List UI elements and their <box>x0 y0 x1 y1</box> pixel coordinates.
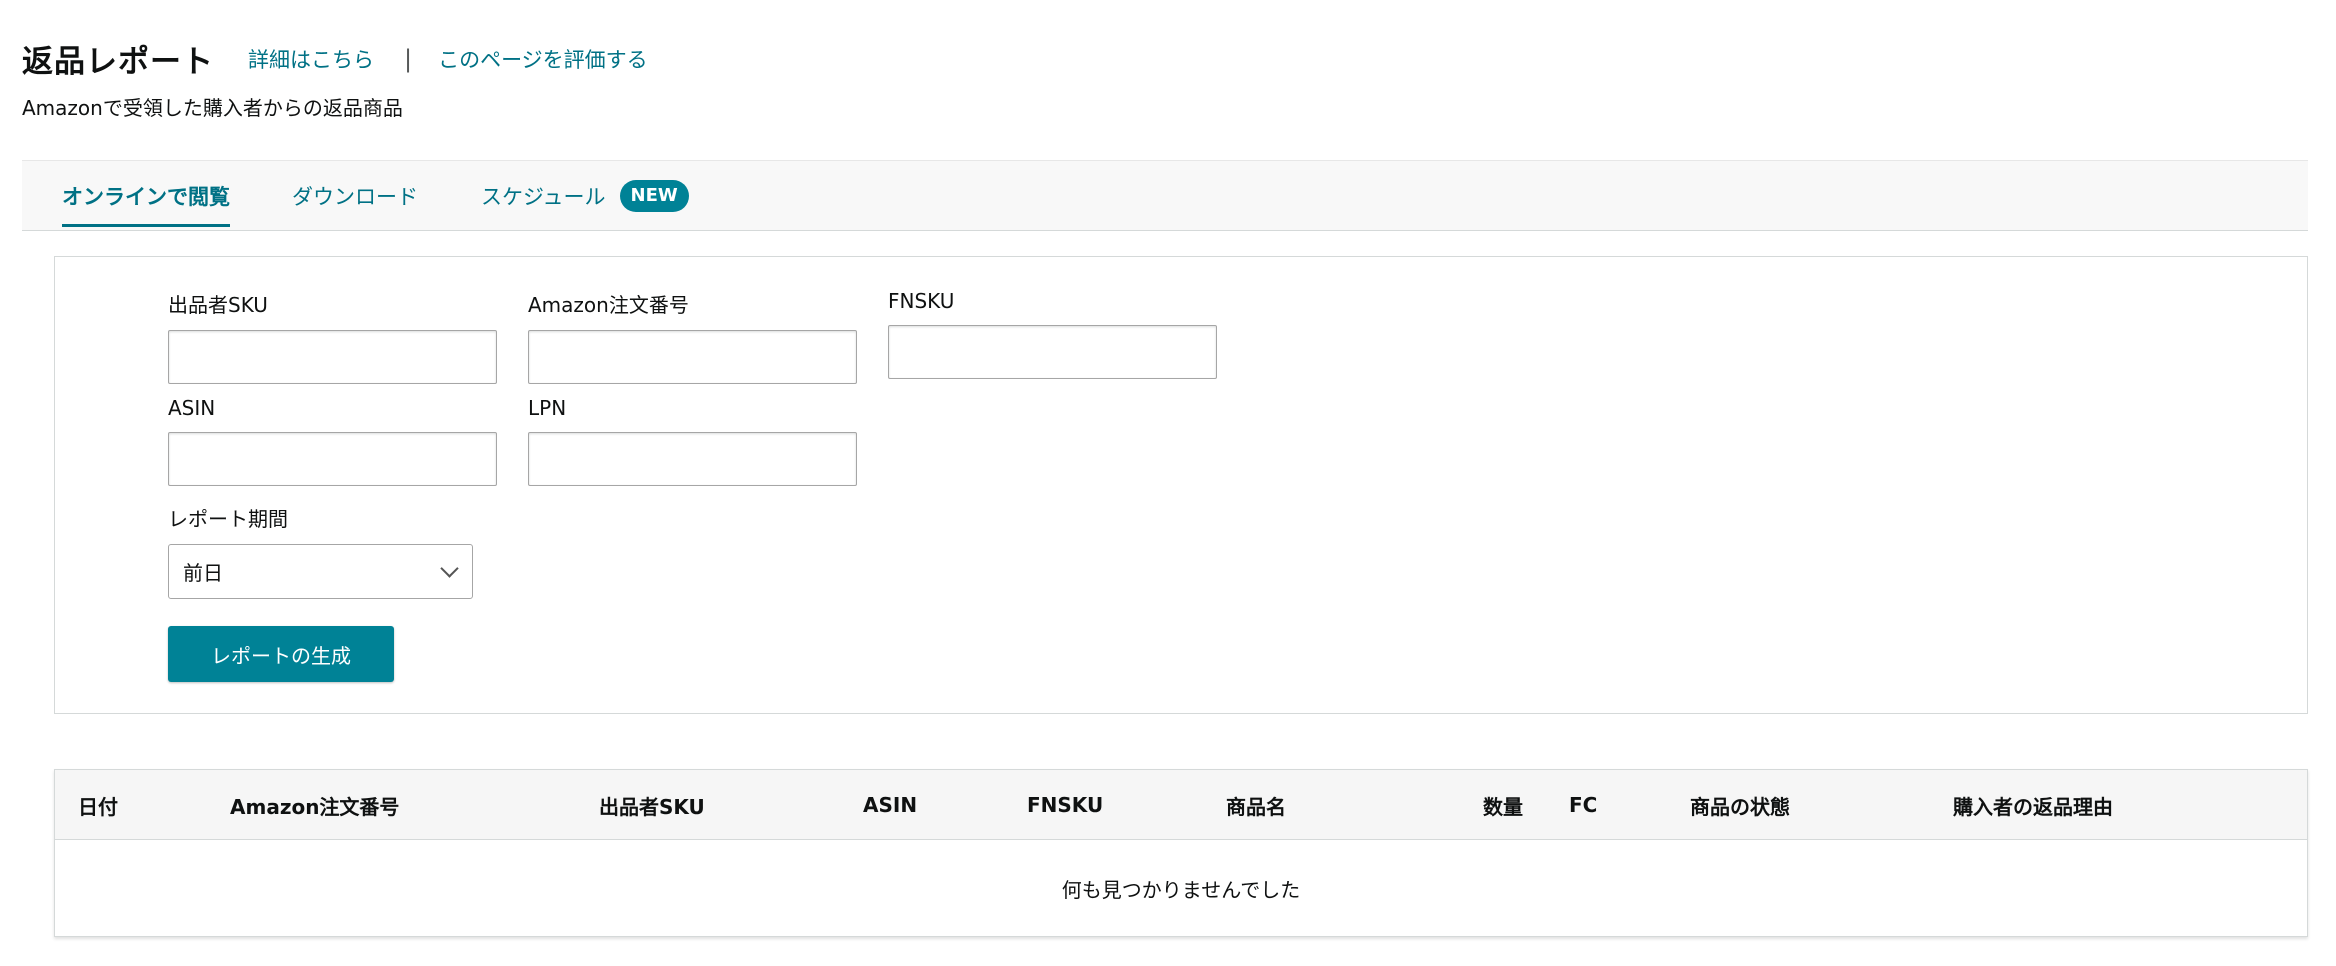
column-header-seller-sku: 出品者SKU <box>599 794 705 819</box>
report-period-select[interactable]: 前日 <box>168 544 473 599</box>
header-separator: | <box>404 44 413 73</box>
lpn-label: LPN <box>528 396 567 420</box>
column-header-quantity: 数量 <box>1483 794 1523 819</box>
order-id-input[interactable] <box>528 330 857 384</box>
tab-schedule[interactable]: スケジュール NEW <box>481 161 689 231</box>
tab-schedule-label: スケジュール <box>481 185 606 209</box>
tab-download-label: ダウンロード <box>292 185 418 209</box>
table-header: 日付 Amazon注文番号 出品者SKU ASIN FNSKU 商品名 数量 F… <box>55 770 2307 840</box>
tab-online-view-label: オンラインで閲覧 <box>62 185 230 209</box>
lpn-field: LPN <box>528 396 857 486</box>
asin-label: ASIN <box>168 396 216 420</box>
seller-sku-label: 出品者SKU <box>168 293 268 317</box>
fnsku-input[interactable] <box>888 325 1217 379</box>
column-header-condition: 商品の状態 <box>1690 794 1790 819</box>
column-header-fnsku: FNSKU <box>1027 793 1104 817</box>
column-header-asin: ASIN <box>863 793 918 817</box>
rate-page-link[interactable]: このページを評価する <box>438 44 648 74</box>
order-id-field: Amazon注文番号 <box>528 289 857 384</box>
filter-panel: 出品者SKU Amazon注文番号 FNSKU ASIN LPN レポート期間 … <box>54 256 2308 714</box>
report-period-label: レポート期間 <box>168 507 288 531</box>
page-subtitle: Amazonで受領した購入者からの返品商品 <box>22 96 403 120</box>
new-badge: NEW <box>619 180 689 212</box>
column-header-product-name: 商品名 <box>1226 794 1286 819</box>
page-header: 返品レポート 詳細はこちら | このページを評価する <box>22 36 648 81</box>
lpn-input[interactable] <box>528 432 857 486</box>
tab-online-view[interactable]: オンラインで閲覧 <box>62 161 230 231</box>
tab-download[interactable]: ダウンロード <box>292 161 418 231</box>
empty-results-message: 何も見つかりませんでした <box>1061 877 1301 902</box>
chevron-down-icon <box>440 559 459 578</box>
seller-sku-field: 出品者SKU <box>168 289 497 384</box>
generate-report-button[interactable]: レポートの生成 <box>168 626 394 682</box>
report-period-field: レポート期間 前日 <box>168 503 473 599</box>
column-header-return-reason: 購入者の返品理由 <box>1953 794 2113 819</box>
page-title: 返品レポート <box>22 44 214 80</box>
details-link[interactable]: 詳細はこちら <box>248 44 374 74</box>
column-header-date: 日付 <box>78 794 118 819</box>
column-header-order-id: Amazon注文番号 <box>230 794 400 819</box>
fnsku-field: FNSKU <box>888 289 1217 379</box>
report-period-value: 前日 <box>183 561 223 585</box>
asin-field: ASIN <box>168 396 497 486</box>
fnsku-label: FNSKU <box>888 289 955 313</box>
tab-bar: オンラインで閲覧 ダウンロード スケジュール NEW <box>22 160 2308 231</box>
asin-input[interactable] <box>168 432 497 486</box>
order-id-label: Amazon注文番号 <box>528 293 689 317</box>
seller-sku-input[interactable] <box>168 330 497 384</box>
column-header-fc: FC <box>1569 793 1598 817</box>
returns-report-page: 返品レポート 詳細はこちら | このページを評価する Amazonで受領した購入… <box>0 0 2336 966</box>
results-table: 日付 Amazon注文番号 出品者SKU ASIN FNSKU 商品名 数量 F… <box>54 769 2308 937</box>
